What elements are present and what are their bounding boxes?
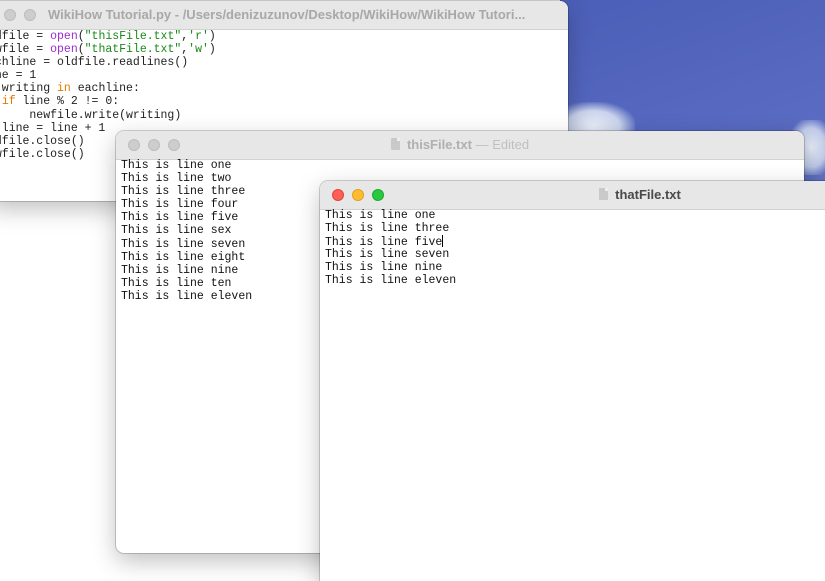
- code-line: ewfile = open("thatFile.txt",'w'): [0, 43, 568, 56]
- code-token: (: [77, 43, 85, 57]
- text-line-content: This is line ten: [121, 276, 232, 290]
- code-token: ewfile =: [0, 43, 44, 57]
- text-line: This is line eleven: [325, 274, 825, 287]
- document-icon: [390, 138, 400, 150]
- title-separator: —: [471, 137, 493, 152]
- code-token: in: [57, 82, 71, 96]
- text-line-content: This is line sex: [121, 224, 232, 238]
- code-token: ldfile.close(): [0, 134, 85, 148]
- thatfile-titlebar[interactable]: thatFile.txt: [320, 181, 825, 210]
- code-token: line % 2 != 0:: [15, 95, 120, 109]
- text-line-content: This is line eight: [121, 250, 246, 264]
- text-line-content: This is line nine: [121, 263, 239, 277]
- code-token: line = line + 1: [1, 121, 106, 135]
- text-line-content: This is line eleven: [121, 289, 253, 303]
- text-line-content: This is line nine: [325, 261, 443, 275]
- thisfile-name: thisFile.txt: [406, 137, 472, 152]
- text-line-content: This is line seven: [121, 237, 246, 251]
- code-line: achline = oldfile.readlines(): [0, 56, 568, 69]
- window-controls: [4, 9, 36, 21]
- code-line: newfile.write(writing): [0, 109, 568, 122]
- document-icon: [599, 188, 609, 200]
- code-token: achline = oldfile.readlines(): [0, 56, 189, 70]
- thatfile-window[interactable]: thatFile.txt This is line one This is lin…: [320, 181, 825, 581]
- code-token: open: [50, 30, 78, 43]
- text-line: This is line one: [325, 209, 825, 222]
- text-line-content: This is line eleven: [325, 274, 457, 288]
- code-token: ine = 1: [0, 69, 37, 83]
- text-line: This is line seven: [325, 248, 825, 261]
- code-line: ldfile = open("thisFile.txt",'r'): [0, 30, 568, 43]
- editor-titlebar[interactable]: WikiHow Tutorial.py - /Users/denizuzunov…: [0, 1, 568, 30]
- text-line-content: This is line two: [121, 172, 232, 186]
- text-line: This is line one: [121, 159, 804, 172]
- code-token: newfile.write(writing): [0, 108, 182, 122]
- thisfile-title: thisFile.txt — Edited: [116, 137, 804, 152]
- thatfile-text-area[interactable]: This is line one This is line three This i…: [320, 209, 825, 581]
- thatfile-title: thatFile.txt: [320, 187, 825, 202]
- editor-title: WikiHow Tutorial.py - /Users/denizuzunov…: [48, 7, 526, 22]
- text-line-content: This is line five: [325, 236, 443, 250]
- text-caret: [442, 235, 444, 248]
- code-token: "thisFile.txt": [84, 30, 182, 43]
- text-line-content: This is line three: [121, 185, 246, 199]
- code-token: eachline:: [70, 82, 140, 96]
- text-line-content: This is line three: [325, 222, 450, 236]
- thatfile-name: thatFile.txt: [615, 187, 681, 202]
- text-line-content: This is line four: [121, 198, 239, 212]
- code-token: writing: [0, 82, 58, 96]
- minimize-button[interactable]: [24, 9, 36, 21]
- code-token: if: [1, 95, 16, 109]
- code-line: if line % 2 != 0:: [0, 95, 568, 108]
- text-line-content: This is line five: [121, 211, 239, 225]
- text-line-content: This is line one: [121, 159, 232, 172]
- text-line: This is line five: [325, 235, 825, 250]
- thisfile-titlebar[interactable]: thisFile.txt — Edited: [116, 131, 804, 160]
- code-line: ine = 1: [0, 69, 568, 82]
- code-token: 'w': [188, 43, 209, 57]
- code-token: "thatFile.txt": [84, 43, 182, 57]
- edited-status: Edited: [492, 137, 530, 152]
- code-token: open: [50, 43, 78, 57]
- code-token: ldfile =: [0, 30, 44, 43]
- code-token: (: [77, 30, 85, 43]
- code-token: ): [208, 43, 216, 57]
- text-line-content: This is line one: [325, 209, 436, 222]
- text-line: This is line three: [325, 222, 825, 235]
- text-line-content: This is line seven: [325, 248, 450, 262]
- text-line: This is line nine: [325, 261, 825, 274]
- close-button[interactable]: [4, 9, 16, 21]
- code-token: ewfile.close(): [0, 147, 85, 161]
- code-token: 'r': [188, 30, 209, 43]
- code-line: r writing in eachline:: [0, 82, 568, 95]
- code-token: ): [208, 30, 216, 43]
